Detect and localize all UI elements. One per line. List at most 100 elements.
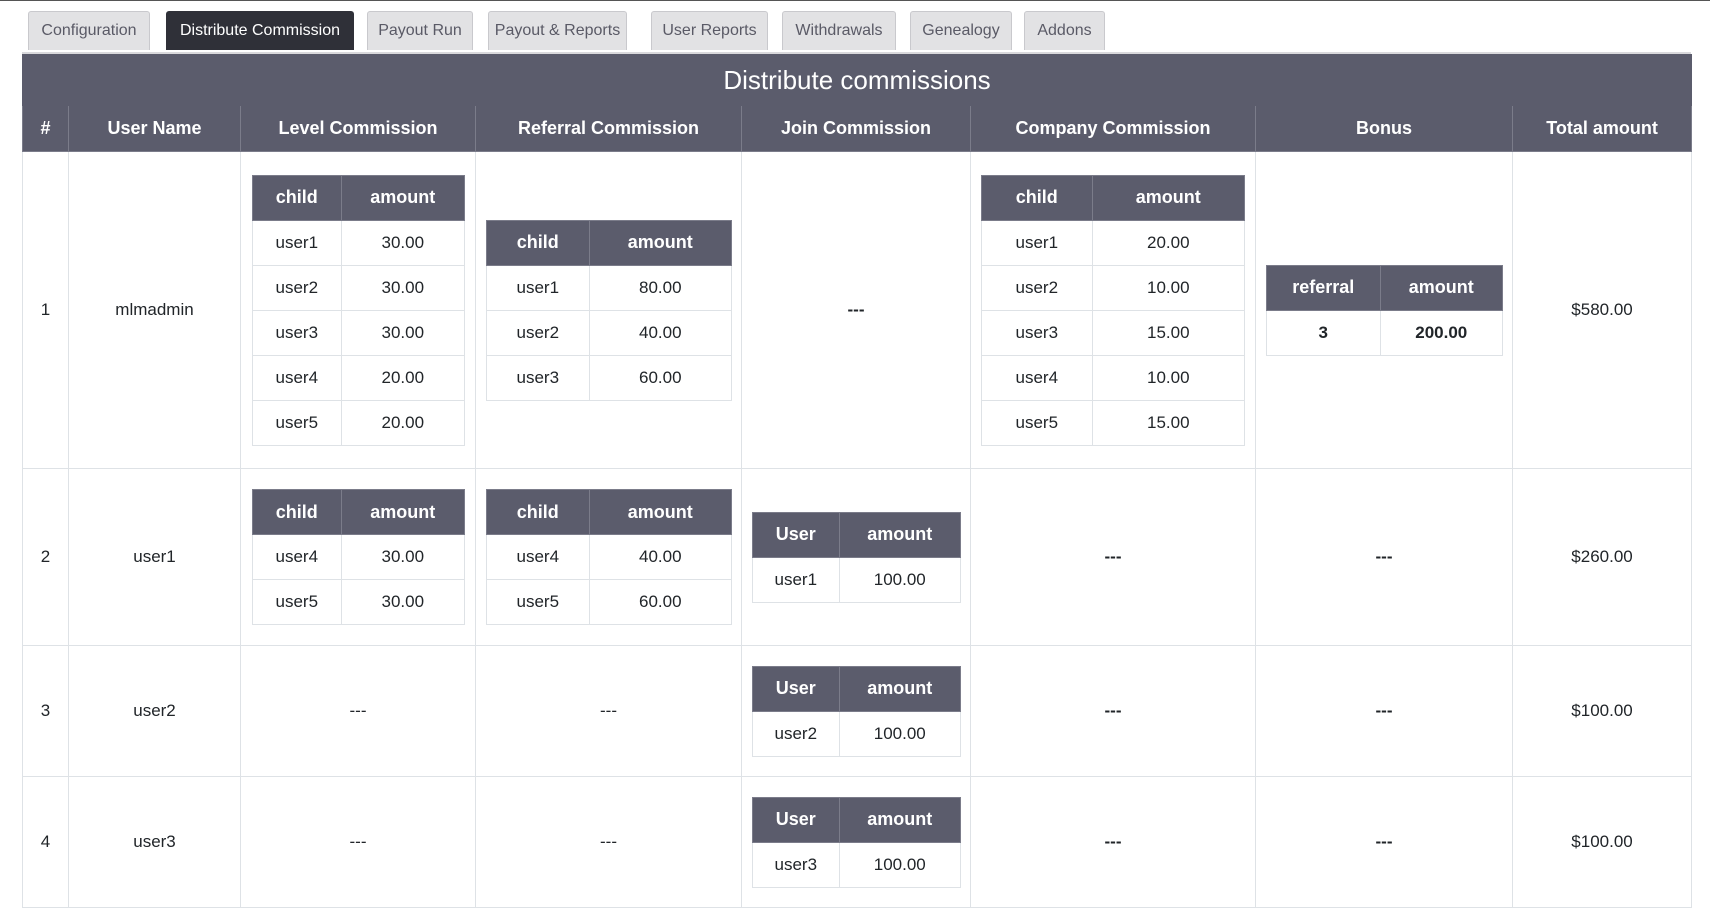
amount-value: 100.00 [839,841,961,888]
col-header-number: # [22,105,69,152]
sub-row: user2 100.00 [751,710,961,757]
row-user-name: user3 [68,776,241,908]
table-row: 3 user2 --- --- User amount user2 100.00 -… [22,645,1693,777]
child-name: user1 [485,264,591,311]
tab-user-reports[interactable]: User Reports [651,11,768,50]
referral-commission-cell: child amount user1 80.00 user2 40.00 user3 6… [475,151,742,469]
amount-value: 20.00 [1091,219,1246,266]
empty-value: --- [1375,832,1393,851]
referral-commission-cell: --- [475,776,742,908]
bonus-cell: referral amount 3 200.00 [1255,151,1513,469]
col-header-level-commission: Level Commission [240,105,476,152]
child-name: user4 [251,354,343,401]
sub-row: user4 20.00 [251,354,465,401]
company-commission-table: child amount user1 20.00 user2 10.00 user3 1… [981,174,1246,446]
row-user-name: user2 [68,645,241,777]
sub-header-user: User [751,796,841,843]
user-name: user2 [751,710,841,757]
join-commission-table: User amount user3 100.00 [751,796,961,888]
child-name: user3 [251,309,343,356]
amount-value: 60.00 [589,354,732,401]
sub-row: user1 100.00 [751,556,961,603]
sub-header-child: child [485,489,591,535]
row-number: 2 [22,468,69,646]
row-total-amount: $260.00 [1511,468,1693,646]
sub-row: user5 60.00 [485,579,732,625]
tab-configuration[interactable]: Configuration [28,11,150,50]
sub-header-user: User [751,665,841,712]
join-commission-cell: User amount user1 100.00 [741,468,971,646]
table-title: Distribute commissions [21,54,1693,106]
amount-value: 10.00 [1091,264,1246,311]
tab-addons[interactable]: Addons [1024,11,1105,50]
child-name: user1 [981,219,1093,266]
sub-row: user3 100.00 [751,841,961,888]
child-name: user5 [251,399,343,446]
child-name: user2 [485,309,591,356]
bonus-cell: --- [1255,645,1513,777]
sub-row: 3 200.00 [1265,309,1503,356]
sub-row: user1 20.00 [981,219,1246,266]
sub-header-child: child [251,174,343,221]
col-header-company-commission: Company Commission [970,105,1256,152]
user-name: user3 [751,841,841,888]
empty-value: --- [600,832,617,851]
sub-row: user3 30.00 [251,309,465,356]
sub-row: user4 40.00 [485,534,732,580]
amount-value: 60.00 [589,579,732,625]
sub-header-amount: amount [341,489,465,535]
sub-header-child: child [981,174,1093,221]
amount-value: 80.00 [589,264,732,311]
row-user-name: user1 [68,468,241,646]
referral-commission-cell: --- [475,645,742,777]
empty-value: --- [1104,547,1122,566]
join-commission-cell: User amount user3 100.00 [741,776,971,908]
join-commission-table: User amount user1 100.00 [751,511,961,603]
amount-value: 30.00 [341,579,465,625]
bonus-table: referral amount 3 200.00 [1265,264,1503,356]
sub-row: user3 60.00 [485,354,732,401]
child-name: user4 [981,354,1093,401]
child-name: user2 [981,264,1093,311]
sub-header-amount: amount [341,174,465,221]
bonus-cell: --- [1255,468,1513,646]
amount-value: 30.00 [341,219,465,266]
amount-value: 200.00 [1380,309,1503,356]
sub-row: user2 40.00 [485,309,732,356]
company-commission-cell: child amount user1 20.00 user2 10.00 user3 1… [970,151,1256,469]
sub-header-amount: amount [589,489,732,535]
amount-value: 15.00 [1091,309,1246,356]
child-name: user5 [251,579,343,625]
sub-header-referral: referral [1265,264,1382,311]
amount-value: 20.00 [341,399,465,446]
tab-withdrawals[interactable]: Withdrawals [782,11,896,50]
empty-value: --- [600,701,617,720]
tab-genealogy[interactable]: Genealogy [910,11,1012,50]
sub-row: user4 30.00 [251,534,465,580]
referral-count: 3 [1265,309,1382,356]
tab-payout-run[interactable]: Payout Run [367,11,473,50]
amount-value: 100.00 [839,556,961,603]
tab-payout-reports[interactable]: Payout & Reports [488,11,627,50]
amount-value: 20.00 [341,354,465,401]
child-name: user5 [485,579,591,625]
sub-header-amount: amount [839,511,961,558]
bonus-cell: --- [1255,776,1513,908]
tab-distribute-commission[interactable]: Distribute Commission [166,11,354,50]
child-name: user3 [485,354,591,401]
level-commission-cell: child amount user1 30.00 user2 30.00 user3 3… [240,151,476,469]
row-total-amount: $100.00 [1511,645,1693,777]
child-name: user1 [251,219,343,266]
amount-value: 30.00 [341,264,465,311]
table-row: 1 mlmadmin child amount user1 30.00 user2 3… [22,151,1693,469]
sub-row: user1 30.00 [251,219,465,266]
user-name: user1 [751,556,841,603]
amount-value: 10.00 [1091,354,1246,401]
child-name: user5 [981,399,1093,446]
row-number: 1 [22,151,69,469]
amount-value: 15.00 [1091,399,1246,446]
company-commission-cell: --- [970,645,1256,777]
child-name: user2 [251,264,343,311]
sub-row: user5 15.00 [981,399,1246,446]
level-commission-cell: --- [240,776,476,908]
